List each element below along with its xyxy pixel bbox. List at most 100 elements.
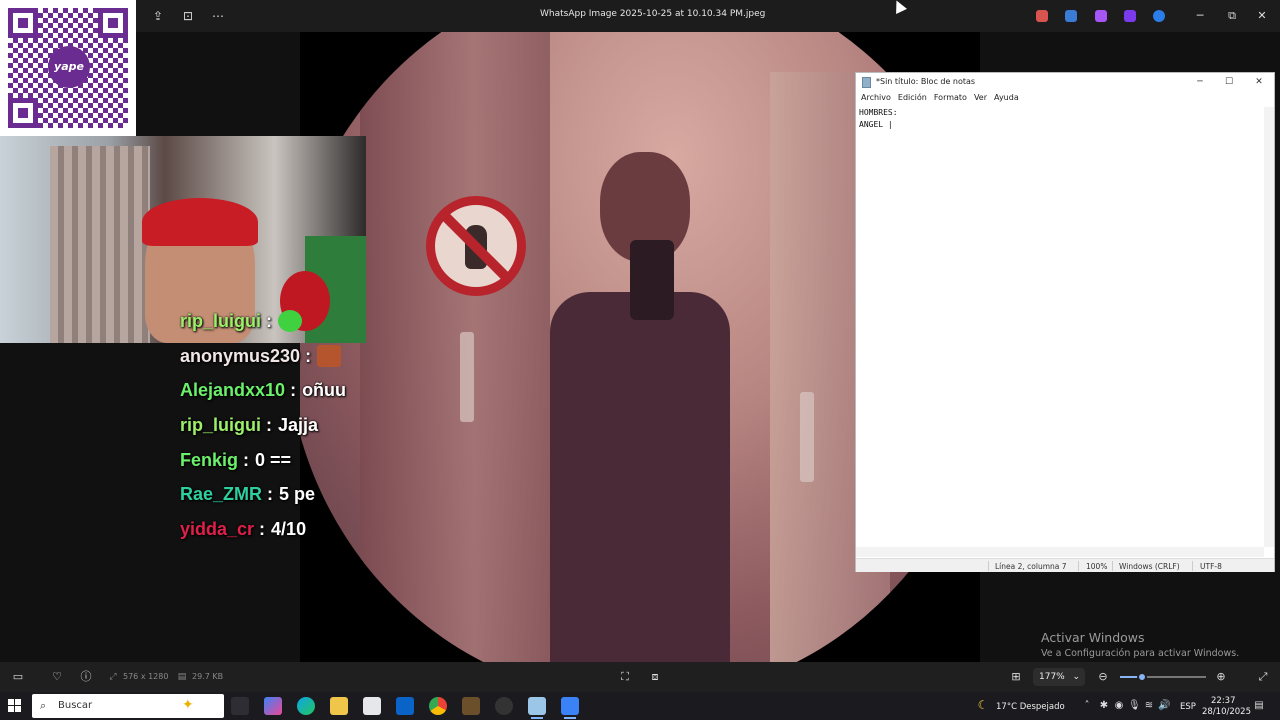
notepad-close-button[interactable]: ✕ <box>1247 74 1271 90</box>
menu-archivo[interactable]: Archivo <box>860 93 897 105</box>
minimize-button[interactable]: ─ <box>1190 7 1210 25</box>
favorite-icon[interactable]: ♡ <box>50 670 64 684</box>
microsoft-store-icon[interactable] <box>363 697 381 715</box>
clock-date[interactable]: 28/10/2025 <box>1202 707 1251 717</box>
viewer-titlebar: ⇪ ⊡ ⋯ WhatsApp Image 2025-10-25 at 10.10… <box>0 0 1280 32</box>
dimensions-icon: ⤢ <box>109 672 117 682</box>
search-icon: ⌕ <box>40 699 47 712</box>
chat-separator: : <box>267 484 274 505</box>
clipchamp-app-icon[interactable] <box>1095 10 1107 22</box>
volume-icon[interactable]: 🔊 <box>1158 700 1170 712</box>
menu-ver[interactable]: Ver <box>973 93 993 105</box>
menu-formato[interactable]: Formato <box>933 93 973 105</box>
taskbar: ⌕ Buscar ✦ ☾ 17°C Despejado ˄ ✱ ◉ 🎙 ≋ 🔊 … <box>0 692 1280 720</box>
chat-message: Rae_ZMR:5 pe <box>180 477 380 512</box>
photos-taskbar-icon[interactable] <box>561 697 579 719</box>
weather-moon-icon[interactable]: ☾ <box>977 699 989 711</box>
chat-text: oñuu <box>302 380 347 401</box>
chat-message: Fenkig:0 == <box>180 443 380 478</box>
notepad-menubar: Archivo Edición Formato Ver Ayuda <box>856 93 1274 105</box>
fit-icon[interactable]: ⊞ <box>1009 670 1023 684</box>
edit-icon[interactable]: ⊡ <box>180 8 196 24</box>
minecraft-icon[interactable] <box>462 697 480 715</box>
chat-separator: : <box>266 310 272 331</box>
chat-text: Jajja <box>278 414 319 435</box>
zoom-slider[interactable] <box>1120 672 1206 682</box>
chat-message: rip_luigui: <box>180 304 380 339</box>
copilot-icon[interactable] <box>264 697 282 715</box>
chat-overlay: rip_luigui: anonymus230: Alejandxx10: oñuu r… <box>180 304 380 547</box>
zoom-slider-thumb[interactable] <box>1136 672 1147 682</box>
weather-text[interactable]: 17°C Despejado <box>996 702 1065 712</box>
wifi-icon[interactable]: ≋ <box>1143 700 1155 712</box>
notepad-minimize-button[interactable]: ─ <box>1188 74 1212 90</box>
notepad-titlebar[interactable]: *Sin título: Bloc de notas ─ ☐ ✕ <box>856 73 1274 91</box>
search-highlight-icon: ✦ <box>182 697 194 713</box>
keyboard-language[interactable]: ESP <box>1180 702 1196 712</box>
outlook-icon[interactable] <box>396 697 414 715</box>
chat-text: 5 pe <box>279 484 316 505</box>
bluetooth-icon[interactable]: ✱ <box>1098 700 1110 712</box>
taskbar-search-box[interactable]: ⌕ Buscar ✦ <box>32 694 224 718</box>
zoom-dropdown[interactable]: 177% ⌄ <box>1033 668 1085 686</box>
chat-separator: : <box>290 380 297 401</box>
file-explorer-icon[interactable] <box>330 697 348 715</box>
clock-time[interactable]: 22:37 <box>1211 696 1236 706</box>
notepad-maximize-button[interactable]: ☐ <box>1217 74 1241 90</box>
search-placeholder: Buscar <box>58 700 93 711</box>
editor-app-icon[interactable] <box>1124 10 1136 22</box>
maximize-button[interactable]: ⧉ <box>1222 7 1242 25</box>
chat-message: rip_luigui: Jajja <box>180 408 380 443</box>
filmstrip-icon[interactable]: ▭ <box>11 670 25 684</box>
menu-edicion[interactable]: Edición <box>897 93 933 105</box>
horizontal-scrollbar[interactable] <box>856 547 1264 557</box>
viewer-title: WhatsApp Image 2025-10-25 at 10.10.34 PM… <box>540 9 766 19</box>
encoding: UTF-8 <box>1200 562 1222 571</box>
notepad-taskbar-icon[interactable] <box>528 697 546 719</box>
cursor-position: Línea 2, columna 7 <box>995 562 1067 571</box>
chat-message: yidda_cr:4/10 <box>180 512 380 547</box>
watermark-subtitle: Ve a Configuración para activar Windows. <box>1041 648 1240 659</box>
chat-username: yidda_cr <box>180 518 255 539</box>
info-icon[interactable]: ⓘ <box>79 670 93 684</box>
chevron-up-icon[interactable]: ˄ <box>1081 700 1093 712</box>
obs-icon[interactable] <box>495 697 513 715</box>
qr-finder <box>98 8 128 38</box>
chat-separator: : <box>259 518 266 539</box>
designer-app-icon[interactable] <box>1065 10 1077 22</box>
door-handle <box>800 392 814 482</box>
chat-separator: : <box>305 345 312 366</box>
vertical-scrollbar[interactable] <box>1264 107 1274 547</box>
network-icon[interactable]: ◉ <box>1113 700 1125 712</box>
chat-message: Alejandxx10: oñuu <box>180 373 380 408</box>
notepad-statusbar: Línea 2, columna 7 100% Windows (CRLF) U… <box>856 558 1274 572</box>
fullscreen-icon[interactable]: ⤢ <box>1256 670 1270 684</box>
fit-to-window-icon[interactable]: ⛶ <box>618 670 632 684</box>
edge-icon[interactable] <box>297 697 315 715</box>
green-smiley-icon <box>278 310 302 333</box>
chat-username: rip_luigui <box>180 414 261 435</box>
share-icon[interactable]: ⇪ <box>150 8 166 24</box>
prohibition-sign-icon <box>426 196 526 296</box>
task-view-icon[interactable] <box>231 697 249 715</box>
notepad-icon <box>862 77 871 88</box>
zoom-out-icon[interactable]: ⊖ <box>1096 670 1110 684</box>
yape-logo: yape <box>48 46 90 88</box>
more-options-icon[interactable]: ⋯ <box>210 8 226 24</box>
notifications-icon[interactable]: ▤ <box>1253 700 1265 712</box>
windows-start-icon[interactable] <box>8 699 22 713</box>
close-button[interactable]: ✕ <box>1252 7 1272 25</box>
chrome-icon[interactable] <box>429 697 447 715</box>
actual-size-icon[interactable]: ⧈ <box>648 670 662 684</box>
onedrive-icon[interactable] <box>1153 10 1165 22</box>
notepad-text-area[interactable]: HOMBRES: ANGEL | <box>859 107 1264 547</box>
copilot-app-icon[interactable] <box>1036 10 1048 22</box>
zoom-in-icon[interactable]: ⊕ <box>1214 670 1228 684</box>
microphone-icon[interactable]: 🎙 <box>1128 700 1141 712</box>
cam-curtain <box>50 146 150 343</box>
menu-ayuda[interactable]: Ayuda <box>993 93 1025 105</box>
qr-finder <box>8 8 38 38</box>
notepad-window[interactable]: *Sin título: Bloc de notas ─ ☐ ✕ Archivo… <box>855 72 1275 572</box>
activate-windows-watermark: Activar Windows Ve a Configuración para … <box>1041 630 1271 659</box>
chat-username: Fenkig <box>180 449 239 470</box>
